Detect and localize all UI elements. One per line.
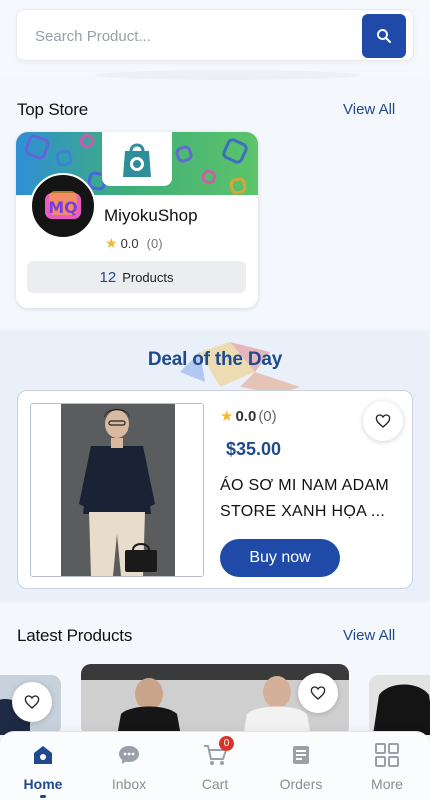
grid-icon [374, 742, 400, 768]
search-icon [377, 29, 392, 44]
deal-rating: ★ 0.0 (0) [220, 407, 277, 426]
product-thumb[interactable] [369, 675, 430, 735]
nav-more[interactable]: More [344, 742, 430, 792]
store-name: MiyokuShop [104, 206, 198, 225]
nav-home-label: Home [23, 776, 63, 792]
store-rating-value: 0.0 [120, 236, 139, 251]
store-avatar: MQ [30, 173, 96, 239]
cart-badge: 0 [219, 736, 234, 751]
home-icon [30, 742, 56, 768]
store-rating: ★ 0.0 (0) [105, 235, 163, 252]
orders-icon [288, 742, 314, 768]
deal-product-name: ÁO SƠ MI NAM ADAM STORE XANH HỌA ... [220, 477, 390, 520]
store-banner-logo [102, 132, 172, 186]
nav-cart-label: Cart [201, 776, 229, 792]
deal-rating-value: 0.0 [235, 407, 257, 425]
chat-icon [116, 742, 142, 768]
nav-cart[interactable]: 0 Cart [172, 736, 258, 792]
store-products-count: 12 Products [27, 261, 246, 293]
star-icon: ★ [105, 235, 118, 251]
nav-orders-label: Orders [279, 776, 323, 792]
latest-products-view-all-link[interactable]: View All [343, 627, 395, 644]
search-button[interactable] [362, 14, 406, 58]
store-review-count: (0) [146, 236, 163, 251]
star-icon: ★ [220, 408, 234, 425]
product-wishlist-button[interactable] [12, 682, 52, 722]
top-store-title: Top Store [17, 100, 88, 119]
nav-inbox[interactable]: Inbox [86, 742, 172, 792]
nav-active-indicator [40, 795, 46, 798]
nav-more-label: More [371, 776, 403, 792]
deal-wishlist-button[interactable] [363, 401, 403, 441]
nav-orders[interactable]: Orders [258, 742, 344, 792]
nav-home[interactable]: Home [0, 742, 86, 798]
deal-review-count: (0) [258, 407, 277, 425]
deal-title: Deal of the Day [147, 349, 283, 370]
top-store-view-all-link[interactable]: View All [343, 101, 395, 118]
search-bar-area [0, 0, 430, 76]
deal-price: $35.00 [226, 439, 282, 459]
cart-icon: 0 [202, 736, 234, 768]
search-shadow [95, 70, 360, 80]
bottom-navigation: Home Inbox 0 Cart Orders More [0, 731, 430, 800]
search-box [16, 9, 414, 62]
store-card[interactable]: MQ MiyokuShop ★ 0.0 (0) 12 Products [16, 132, 258, 308]
nav-inbox-label: Inbox [111, 776, 147, 792]
deal-product-image [30, 403, 204, 577]
search-input[interactable] [35, 10, 355, 62]
heart-icon [24, 695, 40, 709]
latest-products-title: Latest Products [17, 626, 133, 645]
store-avatar-letters: MQ [48, 198, 78, 217]
product-wishlist-button[interactable] [298, 673, 338, 713]
store-products-label: Products [122, 269, 174, 285]
deal-product-card[interactable]: ★ 0.0 (0) $35.00 ÁO SƠ MI NAM ADAM STORE… [17, 390, 413, 589]
store-product-count-value: 12 [99, 268, 117, 286]
buy-now-button[interactable]: Buy now [220, 539, 340, 577]
heart-icon [375, 414, 391, 428]
heart-icon [310, 686, 326, 700]
